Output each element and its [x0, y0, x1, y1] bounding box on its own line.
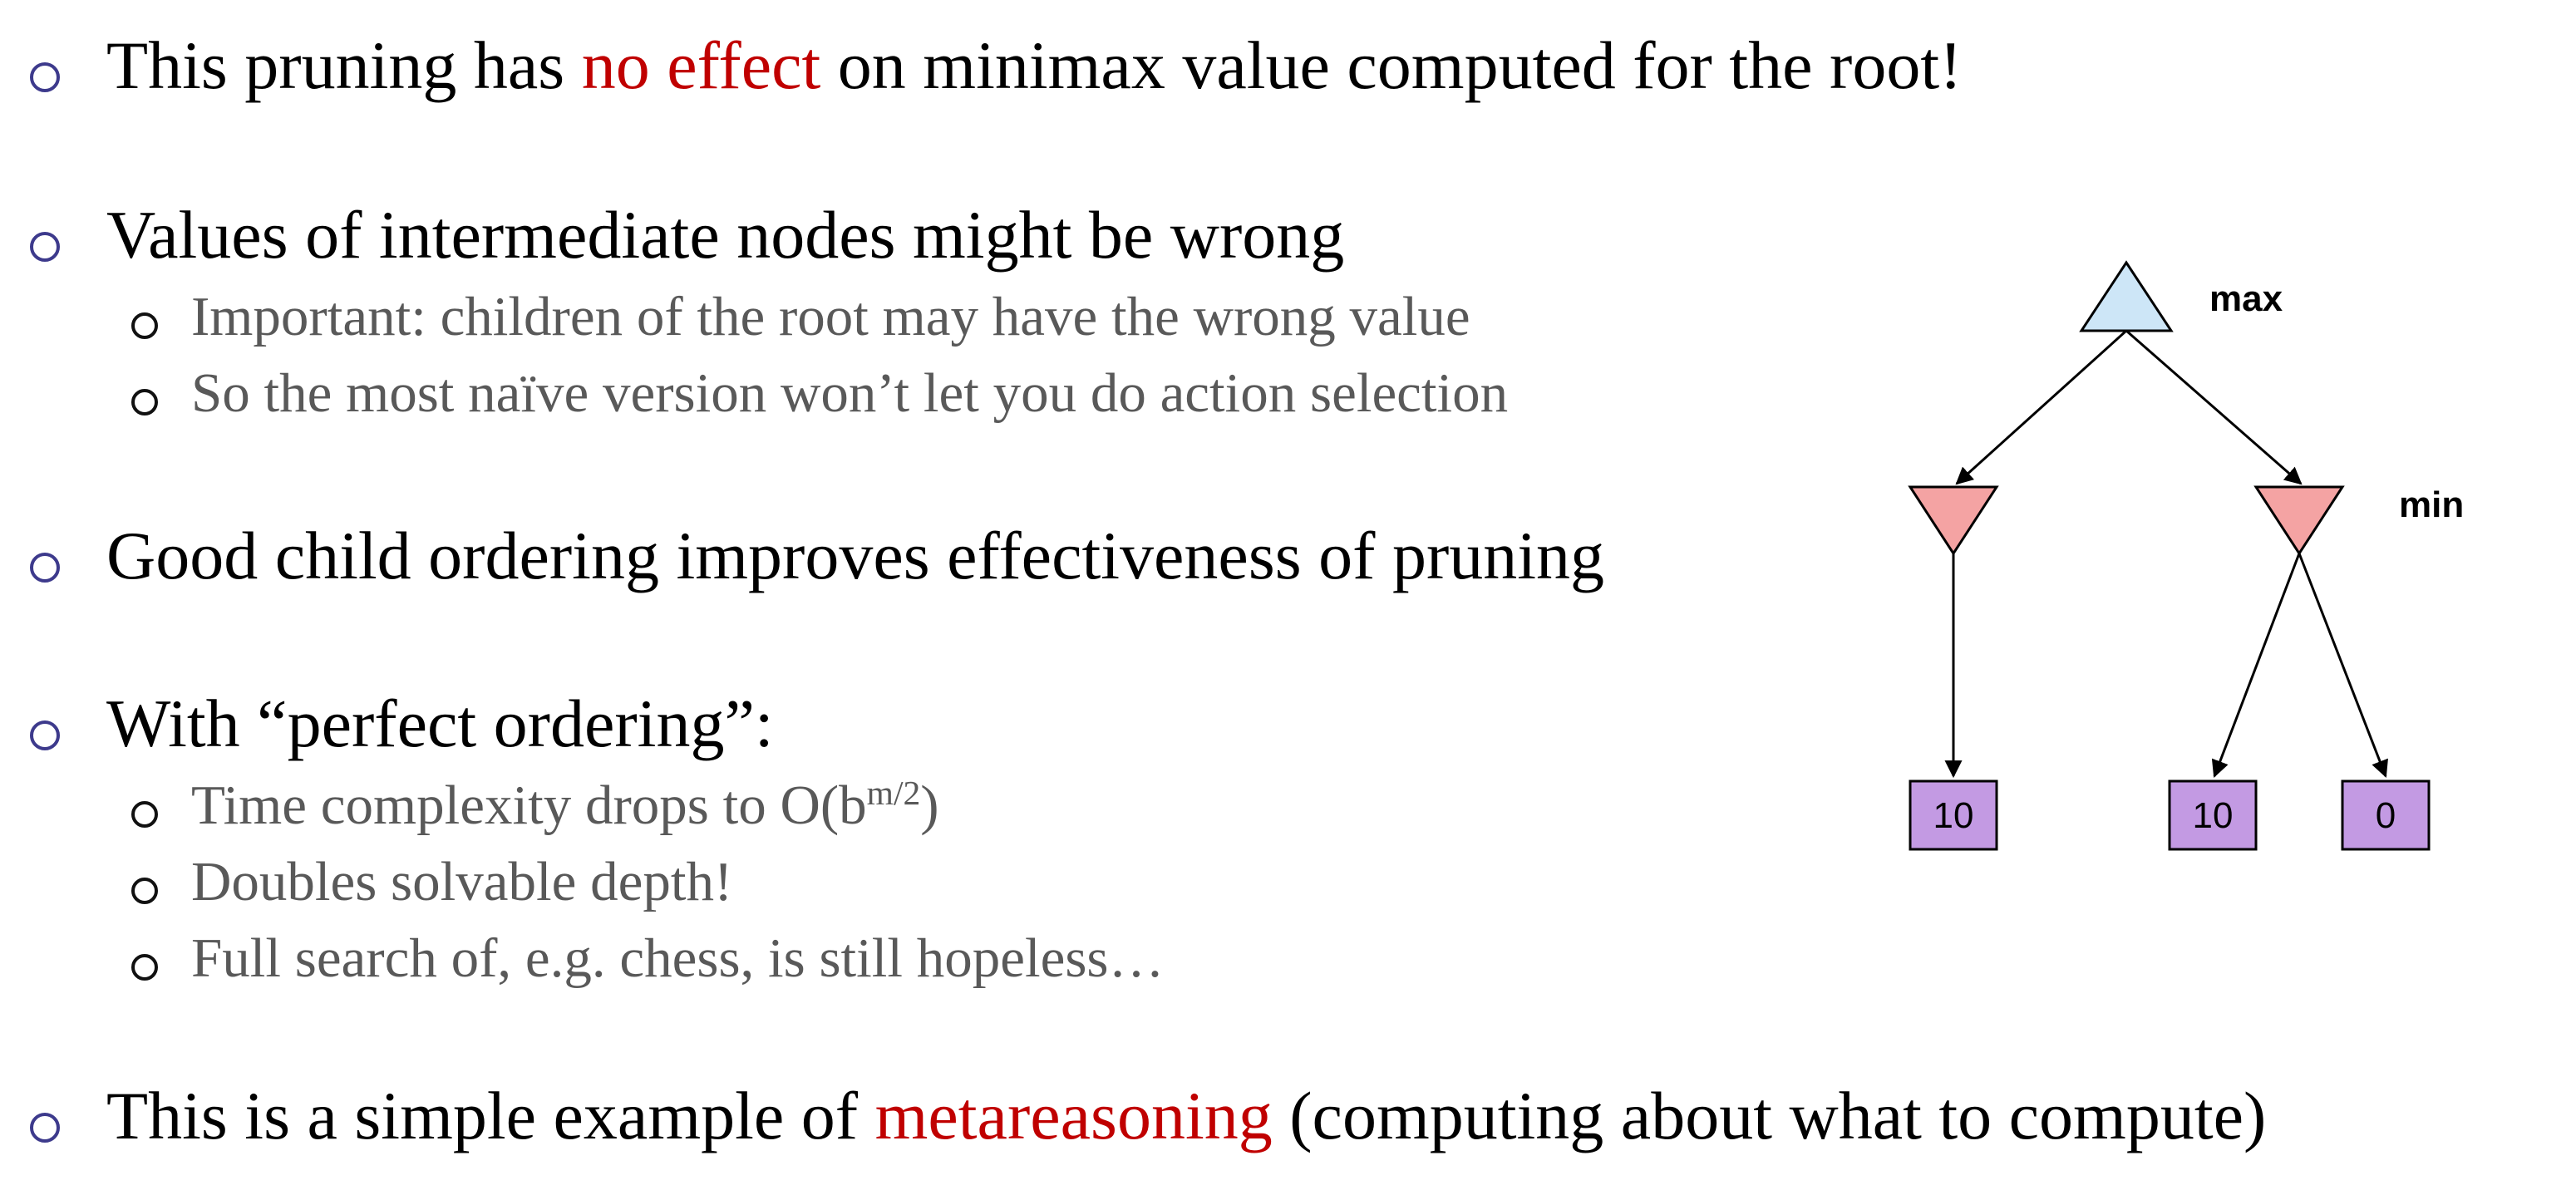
- bullet-perfect-ordering: With “perfect ordering”:: [30, 690, 774, 758]
- subbullet-text: Important: children of the root may have…: [191, 286, 1470, 347]
- subbullet-chess-hopeless: Full search of, e.g. chess, is still hop…: [131, 931, 1164, 986]
- bullet-metareasoning: This is a simple example of metareasonin…: [30, 1082, 2266, 1150]
- subbullet-circle-icon: [131, 877, 158, 904]
- subbullet-circle-icon: [131, 800, 158, 828]
- leaf-value-2: 10: [2193, 795, 2234, 836]
- subbullet-circle-icon: [131, 388, 158, 416]
- subbullet-text: Full search of, e.g. chess, is still hop…: [191, 927, 1165, 989]
- bullet-text-post: (computing about what to compute): [1272, 1078, 2267, 1153]
- bullet-circle-icon: [30, 553, 60, 583]
- edge-root-right: [2125, 329, 2303, 485]
- bullet-child-ordering: Good child ordering improves effectivene…: [30, 522, 1604, 590]
- minimax-tree-diagram: max min 10 10 0: [1908, 260, 2464, 851]
- subbullet-circle-icon: [131, 312, 158, 339]
- min-node-right-triangle: [2253, 485, 2345, 556]
- subbullet-naive-version: So the most naïve version won’t let you …: [131, 366, 1508, 421]
- bullet-intermediate-values: Values of intermediate nodes might be wr…: [30, 201, 1344, 269]
- bullet-text: With “perfect ordering”:: [106, 686, 774, 761]
- bullet-text-pre: This pruning has: [106, 27, 582, 103]
- bullet-no-effect: This pruning has no effect on minimax va…: [30, 32, 1962, 100]
- bullet-circle-icon: [30, 720, 60, 751]
- bullet-circle-icon: [30, 232, 60, 263]
- subbullet-exponent: m/2: [866, 774, 921, 813]
- subbullet-text-pre: Time complexity drops to O(b: [191, 774, 867, 836]
- subbullet-doubles-depth: Doubles solvable depth!: [131, 854, 732, 910]
- subbullet-text: So the most naïve version won’t let you …: [191, 362, 1509, 424]
- leaf-value-3: 0: [2376, 795, 2396, 836]
- bullet-text-post: on minimax value computed for the root!: [820, 27, 1963, 103]
- subbullet-time-complexity: Time complexity drops to O(bm/2): [131, 775, 939, 833]
- subbullet-text-post: ): [920, 774, 939, 836]
- bullet-highlight-metareasoning: metareasoning: [874, 1078, 1273, 1153]
- subbullet-circle-icon: [131, 953, 158, 981]
- bullet-circle-icon: [30, 1113, 60, 1143]
- edge-right-leaf-2: [2298, 553, 2388, 778]
- leaf-value-1: 10: [1933, 795, 1974, 836]
- subbullet-important: Important: children of the root may have…: [131, 289, 1470, 345]
- bullet-text: Values of intermediate nodes might be wr…: [106, 197, 1345, 273]
- max-node-triangle: [2079, 260, 2174, 332]
- min-label: min: [2399, 484, 2464, 525]
- min-node-left-triangle: [1908, 485, 1999, 556]
- bullet-circle-icon: [30, 62, 60, 93]
- subbullet-text: Doubles solvable depth!: [191, 851, 733, 912]
- edge-root-left: [1955, 329, 2128, 485]
- bullet-highlight-no-effect: no effect: [581, 27, 821, 103]
- edge-right-leaf-1: [2211, 553, 2301, 778]
- max-label: max: [2209, 278, 2283, 319]
- bullet-text-pre: This is a simple example of: [106, 1078, 875, 1153]
- bullet-text: Good child ordering improves effectivene…: [106, 518, 1605, 593]
